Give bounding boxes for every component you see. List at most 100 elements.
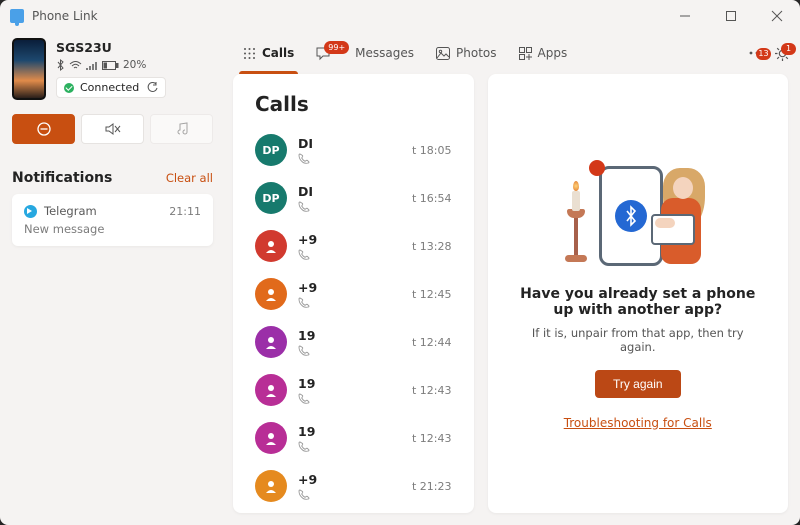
- call-row[interactable]: +9 t 12:45: [233, 270, 474, 318]
- call-row[interactable]: +9 t 21:23: [233, 462, 474, 510]
- content: Calls 99+ Messages Photos Apps: [225, 32, 800, 525]
- tab-messages-label: Messages: [355, 46, 414, 60]
- call-name: +9: [298, 232, 401, 247]
- call-time: t 13:28: [412, 240, 452, 253]
- help-title: Have you already set a phone up with ano…: [518, 286, 759, 318]
- telegram-icon: [24, 205, 37, 218]
- call-direction: [298, 297, 401, 308]
- volume-mute-icon: [105, 122, 121, 136]
- call-row[interactable]: JSJat 18:57: [233, 510, 474, 513]
- app-title: Phone Link: [32, 9, 98, 23]
- call-direction: [298, 249, 401, 260]
- dialpad-icon: [243, 47, 256, 60]
- sys-icons: 13 1: [749, 46, 790, 61]
- call-direction: [298, 153, 401, 164]
- minimize-button[interactable]: [662, 0, 708, 32]
- sidebar: SGS23U 20% Connected: [0, 32, 225, 525]
- more-badge: 13: [756, 48, 771, 60]
- call-list[interactable]: DPDIt 18:05DPDIt 16:54+9t 13:28+9t 12:45…: [233, 126, 474, 513]
- music-button[interactable]: [150, 114, 213, 144]
- refresh-icon[interactable]: [147, 82, 158, 93]
- window-controls: [662, 0, 800, 32]
- notification-app: Telegram: [44, 204, 97, 218]
- call-time: t 12:44: [412, 336, 452, 349]
- call-meta: DI: [298, 136, 401, 164]
- mute-button[interactable]: [81, 114, 144, 144]
- close-button[interactable]: [754, 0, 800, 32]
- calls-panel: Calls DPDIt 18:05DPDIt 16:54+9t 13:28+9t…: [233, 74, 474, 513]
- tab-apps-label: Apps: [538, 46, 568, 60]
- troubleshooting-link[interactable]: Troubleshooting for Calls: [564, 416, 712, 430]
- phone-mode-row: [12, 114, 213, 144]
- call-row[interactable]: DPDIt 16:54: [233, 174, 474, 222]
- tab-apps[interactable]: Apps: [509, 32, 578, 74]
- more-button[interactable]: 13: [749, 51, 765, 55]
- call-row[interactable]: 19 t 12:43: [233, 414, 474, 462]
- avatar: [255, 230, 287, 262]
- connection-label: Connected: [80, 81, 139, 94]
- call-direction: [298, 489, 401, 500]
- bluetooth-circle-icon: [615, 200, 647, 232]
- call-row[interactable]: +9 t 13:28: [233, 222, 474, 270]
- settings-button[interactable]: 1: [775, 46, 790, 61]
- dnd-button[interactable]: [12, 114, 75, 144]
- dnd-icon: [37, 122, 51, 136]
- call-name: 19: [298, 328, 401, 343]
- call-meta: +9: [298, 280, 401, 308]
- clear-all-link[interactable]: Clear all: [166, 171, 213, 185]
- call-time: t 12:45: [412, 288, 452, 301]
- call-meta: 19: [298, 424, 401, 452]
- avatar: [255, 278, 287, 310]
- wifi-icon: [70, 61, 81, 70]
- call-row[interactable]: 19 t 12:43: [233, 366, 474, 414]
- help-subtitle: If it is, unpair from that app, then try…: [518, 326, 759, 354]
- battery-percent: 20%: [123, 59, 146, 71]
- call-time: t 18:05: [412, 144, 452, 157]
- phone-thumbnail: [12, 38, 46, 100]
- try-again-button[interactable]: Try again: [595, 370, 681, 398]
- help-illustration: [563, 158, 713, 268]
- avatar: [255, 470, 287, 502]
- messages-badge: 99+: [324, 41, 349, 54]
- tab-calls[interactable]: Calls: [233, 32, 304, 74]
- call-time: t 12:43: [412, 432, 452, 445]
- notification-top: Telegram 21:11: [24, 204, 201, 218]
- notifications-heading: Notifications: [12, 170, 112, 186]
- titlebar: Phone Link: [0, 0, 800, 32]
- avatar: [255, 374, 287, 406]
- call-direction: [298, 345, 401, 356]
- tab-photos[interactable]: Photos: [426, 32, 506, 74]
- call-meta: 19: [298, 376, 401, 404]
- maximize-button[interactable]: [708, 0, 754, 32]
- device-stats: 20%: [56, 59, 213, 71]
- call-meta: +9: [298, 472, 401, 500]
- tab-messages[interactable]: 99+ Messages: [306, 32, 424, 74]
- error-dot-icon: [589, 160, 605, 176]
- device-info: SGS23U 20% Connected: [56, 38, 213, 100]
- call-name: 19: [298, 424, 401, 439]
- connected-dot-icon: [64, 83, 74, 93]
- call-row[interactable]: DPDIt 18:05: [233, 126, 474, 174]
- notification-card[interactable]: Telegram 21:11 New message: [12, 194, 213, 246]
- call-meta: DI: [298, 184, 401, 212]
- app-body: SGS23U 20% Connected: [0, 32, 800, 525]
- call-name: DI: [298, 184, 401, 199]
- panels: Calls DPDIt 18:05DPDIt 16:54+9t 13:28+9t…: [225, 74, 800, 525]
- call-row[interactable]: 19 t 12:44: [233, 318, 474, 366]
- apps-icon: [519, 47, 532, 60]
- candle-icon: [565, 192, 587, 262]
- call-time: t 12:43: [412, 384, 452, 397]
- tab-calls-label: Calls: [262, 46, 294, 60]
- call-name: DI: [298, 136, 401, 151]
- call-name: 19: [298, 376, 401, 391]
- call-direction: [298, 201, 401, 212]
- connection-status[interactable]: Connected: [56, 77, 166, 98]
- music-icon: [176, 122, 188, 136]
- tab-photos-label: Photos: [456, 46, 496, 60]
- notification-time: 21:11: [169, 205, 201, 218]
- settings-badge: 1: [781, 43, 796, 55]
- call-time: t 21:23: [412, 480, 452, 493]
- photos-icon: [436, 47, 450, 60]
- device-summary[interactable]: SGS23U 20% Connected: [12, 38, 213, 100]
- call-name: +9: [298, 472, 401, 487]
